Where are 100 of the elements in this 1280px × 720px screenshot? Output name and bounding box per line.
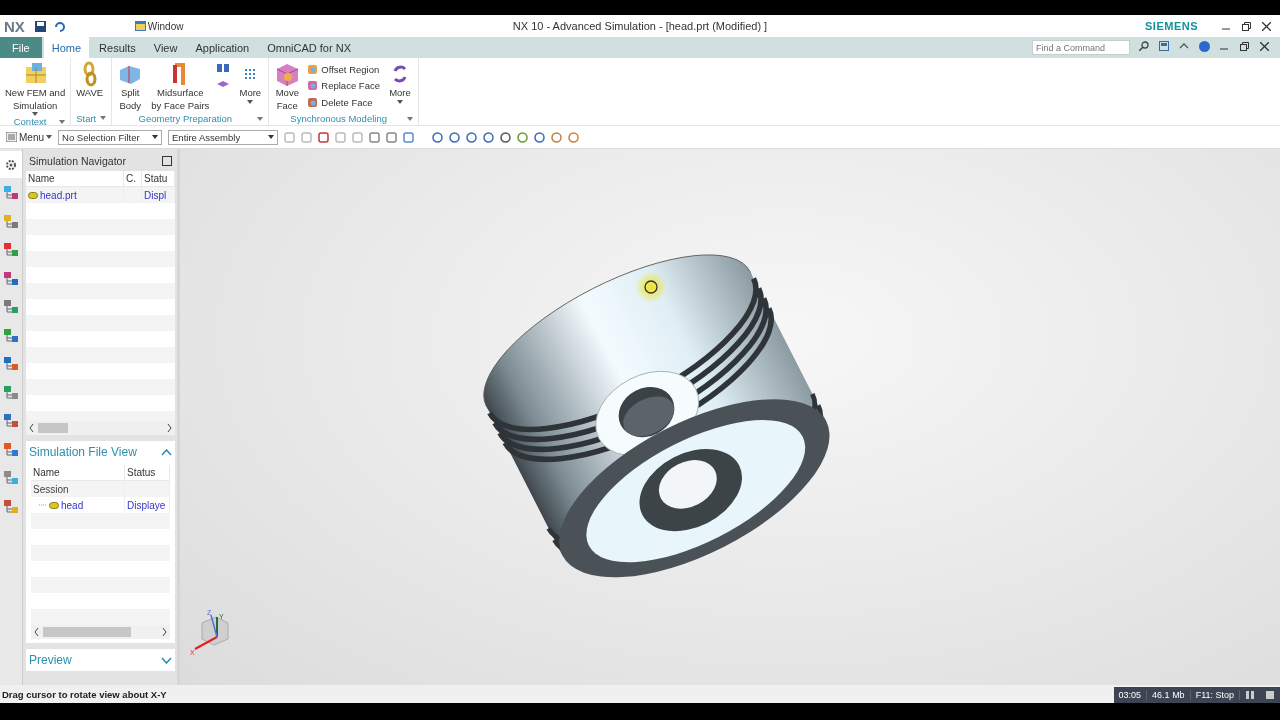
window-title: NX 10 - Advanced Simulation - [head.prt (Modified) ] [512,20,768,32]
ribbon-tab[interactable]: Results [91,37,144,58]
ribbon-button[interactable]: Delete Face [305,94,382,111]
navigator-icon [3,270,19,287]
undo-icon[interactable] [53,20,65,32]
face-icon [307,63,319,75]
view-tool-icon[interactable] [568,131,579,143]
layers-icon[interactable] [217,79,230,89]
caret-icon [152,135,158,139]
view-tool-icon[interactable] [534,131,545,143]
maximize-icon[interactable] [162,156,172,166]
panel-title: Simulation Navigator [29,155,126,167]
expand-icon[interactable] [161,656,172,664]
table-cell: Displaye [125,497,170,513]
menu-button[interactable]: Menu [6,131,52,143]
caret-icon [59,119,66,124]
window-menu[interactable]: Window [147,20,184,32]
ribbon-button[interactable]: Split Body [114,61,147,112]
face-icon [307,96,319,108]
scope-dropdown[interactable]: Entire Assembly [168,129,278,145]
horizontal-scrollbar[interactable] [31,625,170,639]
group-label: Synchronous Modeling [289,113,388,124]
view-tool-icon[interactable] [432,131,443,143]
brand-logo: SIEMENS [1145,20,1198,32]
ribbon-button[interactable]: Midsurface by Face Pairs [148,61,213,112]
view-tool-icon[interactable] [500,131,511,143]
navigator-icon [3,413,19,429]
column-header[interactable]: Statu [142,171,175,187]
tool-icon[interactable] [403,131,414,143]
column-header[interactable]: Name [31,465,125,481]
part-icon [49,501,59,509]
scroll-right-icon[interactable] [167,424,172,432]
scroll-right-icon[interactable] [162,628,167,636]
ribbon-tab[interactable]: View [145,37,186,58]
menu-icon [6,132,17,142]
view-tool-icon[interactable] [466,131,477,143]
close-icon[interactable] [1259,41,1269,51]
column-header[interactable]: Name [26,171,124,187]
caret-icon [268,135,274,139]
group-label: Geometry Preparation [137,113,233,124]
view-tool-icon[interactable] [551,131,562,143]
scroll-left-icon[interactable] [29,424,34,432]
ribbon-button[interactable]: Move Face [271,61,304,112]
navigator-icon [3,441,19,458]
app-logo: NX [4,17,25,35]
scroll-left-icon[interactable] [34,628,39,636]
ribbon-button[interactable]: WAVE [73,61,107,100]
navigator-icon [3,384,19,401]
view-tool-icon[interactable] [517,131,528,143]
cube-icon [274,61,301,87]
face-icon [307,80,319,92]
column-header[interactable]: C. [124,171,142,187]
search-field[interactable]: Find a Command [1032,40,1130,55]
ribbon-tab[interactable]: OmniCAD for NX [259,37,359,58]
tree-item[interactable]: Session [31,481,125,497]
navigator-icon [3,213,19,230]
ribbon-button[interactable]: Offset Region [305,61,382,78]
navigator-icon [3,299,19,315]
tree-item[interactable]: head.prt [26,187,124,203]
resource-tab[interactable] [0,151,22,178]
view-tool-icon[interactable] [483,131,494,143]
ribbon-button[interactable]: New FEM and Simulation [2,61,69,116]
selection-filter-dropdown[interactable]: No Selection Filter [58,129,162,145]
tool-icon[interactable] [386,131,397,143]
cursor-highlight [635,271,667,303]
column-header[interactable]: Status [125,465,170,481]
tool-icon[interactable] [318,131,329,143]
navigator-icon [3,356,19,372]
collapse-icon[interactable] [161,448,172,456]
ribbon-button[interactable]: More [383,61,416,104]
caret-icon [100,116,107,120]
table-cell: Displ [142,187,175,203]
restore-icon[interactable] [1239,41,1249,51]
scroll-thumb[interactable] [43,627,131,637]
navigator-icon [3,498,19,515]
caret-icon [406,116,413,121]
ribbon-tab[interactable]: Home [43,37,90,58]
save-icon[interactable] [34,20,46,32]
horizontal-scrollbar[interactable] [26,421,175,435]
book-icon[interactable] [217,63,230,73]
settings-icon [5,158,17,171]
tree-line-icon [39,504,47,506]
group-label: Start [76,112,97,124]
panel-title: Simulation File View [29,445,137,459]
ribbon-button[interactable]: Replace Face [305,77,382,94]
ribbon-tab[interactable]: Application [187,37,258,58]
ribbon-button[interactable]: More [234,61,267,104]
close-icon[interactable] [1261,21,1271,31]
tree-item[interactable]: head [31,497,125,513]
part-icon [28,191,38,199]
pause-icon[interactable] [1246,691,1254,699]
restore-icon[interactable] [1241,21,1251,31]
tool-icon[interactable] [369,131,380,143]
file-menu[interactable]: File [0,37,42,58]
recorder-text: F11: Stop [1190,690,1240,700]
navigator-icon [3,185,19,201]
scroll-thumb[interactable] [38,423,68,433]
caret-icon [46,135,52,139]
view-tool-icon[interactable] [449,131,460,143]
recorder-text: 46.1 Mb [1147,690,1191,700]
